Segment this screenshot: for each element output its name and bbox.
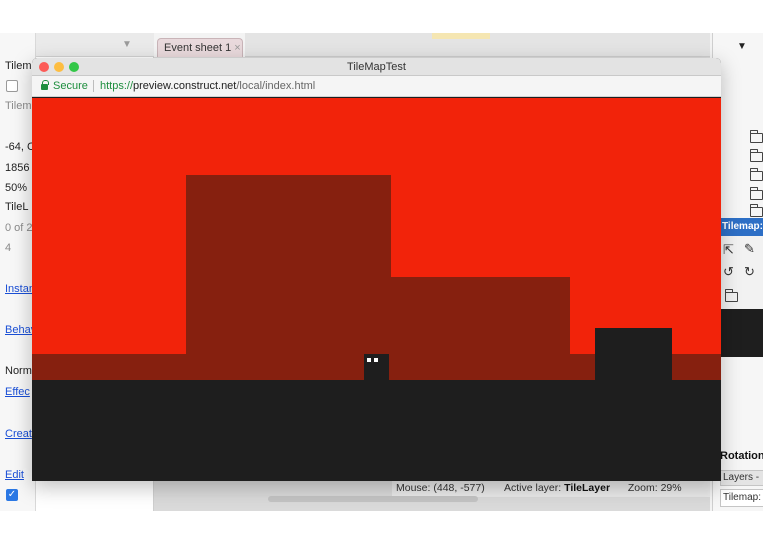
pencil-icon[interactable]: ✎ [744, 241, 755, 257]
rotate-right-icon[interactable]: ↻ [744, 264, 755, 280]
property-layer[interactable]: TileL [5, 201, 28, 213]
player-eye-left [367, 358, 371, 362]
active-layer-label: Active layer: [504, 482, 562, 494]
pointer-icon[interactable]: ⇱ [723, 242, 734, 258]
effects-link[interactable]: Effec [5, 386, 30, 398]
foreground-ground [32, 380, 721, 481]
window-titlebar[interactable]: TileMapTest [32, 58, 721, 76]
property-value: 4 [5, 242, 12, 254]
secure-label: Secure [53, 80, 88, 92]
folder-icon[interactable] [750, 149, 763, 162]
game-canvas[interactable] [32, 98, 721, 481]
panel-header [36, 33, 154, 57]
lock-icon [41, 80, 49, 90]
screen: Tilem Tilem -64, C 1856 50% TileL 0 of 2… [0, 0, 763, 541]
rotate-left-icon[interactable]: ↺ [723, 264, 734, 280]
tilemap-panel-title: Tilemap: T [720, 218, 763, 236]
window-title: TileMapTest [347, 61, 406, 73]
instance-variables-link[interactable]: Instan [5, 283, 35, 295]
player-eye-right [374, 358, 378, 362]
property-name: Tilem [5, 60, 32, 72]
address-bar[interactable]: Secure https://preview.construct.net/loc… [32, 76, 721, 97]
mouse-label: Mouse: [396, 482, 431, 494]
property-row: Tilem [5, 100, 32, 112]
address-divider [93, 80, 94, 92]
url-text[interactable]: https://preview.construct.net/local/inde… [100, 80, 315, 92]
close-icon[interactable]: × [234, 42, 240, 54]
rotation-label: Rotation [720, 450, 763, 462]
folder-icon[interactable] [750, 204, 763, 217]
tileset-preview[interactable] [720, 309, 763, 357]
blend-mode-value[interactable]: Norm [5, 365, 32, 377]
url-path: /local/index.html [236, 80, 316, 92]
chevron-down-icon[interactable]: ▼ [122, 39, 132, 50]
create-link[interactable]: Creat [5, 428, 32, 440]
checked-checkbox[interactable]: ✓ [6, 489, 18, 501]
tab-label: Event sheet 1 [164, 42, 232, 54]
edit-link[interactable]: Edit [5, 469, 24, 481]
property-opacity[interactable]: 50% [5, 182, 27, 194]
property-count: 0 of 2 [5, 222, 33, 234]
preview-window: TileMapTest Secure https://preview.const… [32, 58, 721, 481]
folder-icon[interactable] [750, 187, 763, 200]
background-building-tall [186, 175, 391, 355]
tab-layers[interactable]: Layers - [720, 470, 763, 486]
property-position[interactable]: -64, C [5, 141, 35, 153]
tab-highlight [432, 33, 490, 39]
folder-icon[interactable] [750, 130, 763, 143]
zoom-value: 29% [660, 482, 682, 494]
tab-event-sheet-1[interactable]: Event sheet 1 × [157, 38, 243, 57]
property-size[interactable]: 1856 [5, 162, 29, 174]
tab-tilemap[interactable]: Tilemap: [720, 489, 763, 507]
url-scheme: https:// [100, 80, 134, 92]
url-host: preview.construct.net [133, 80, 237, 92]
property-checkbox[interactable] [6, 80, 18, 92]
background-building-wide [391, 277, 570, 355]
folder-icon[interactable] [750, 168, 763, 181]
active-layer-value: TileLayer [564, 482, 611, 494]
zoom-label: Zoom: [627, 482, 658, 494]
folder-icon[interactable] [725, 289, 738, 302]
chevron-down-icon[interactable]: ▼ [737, 41, 747, 52]
foreground-block [595, 328, 672, 381]
mouse-value: (448, -577) [433, 482, 485, 494]
properties-panel: Tilem Tilem -64, C 1856 50% TileL 0 of 2… [0, 33, 36, 511]
horizontal-scrollbar[interactable] [268, 496, 478, 502]
